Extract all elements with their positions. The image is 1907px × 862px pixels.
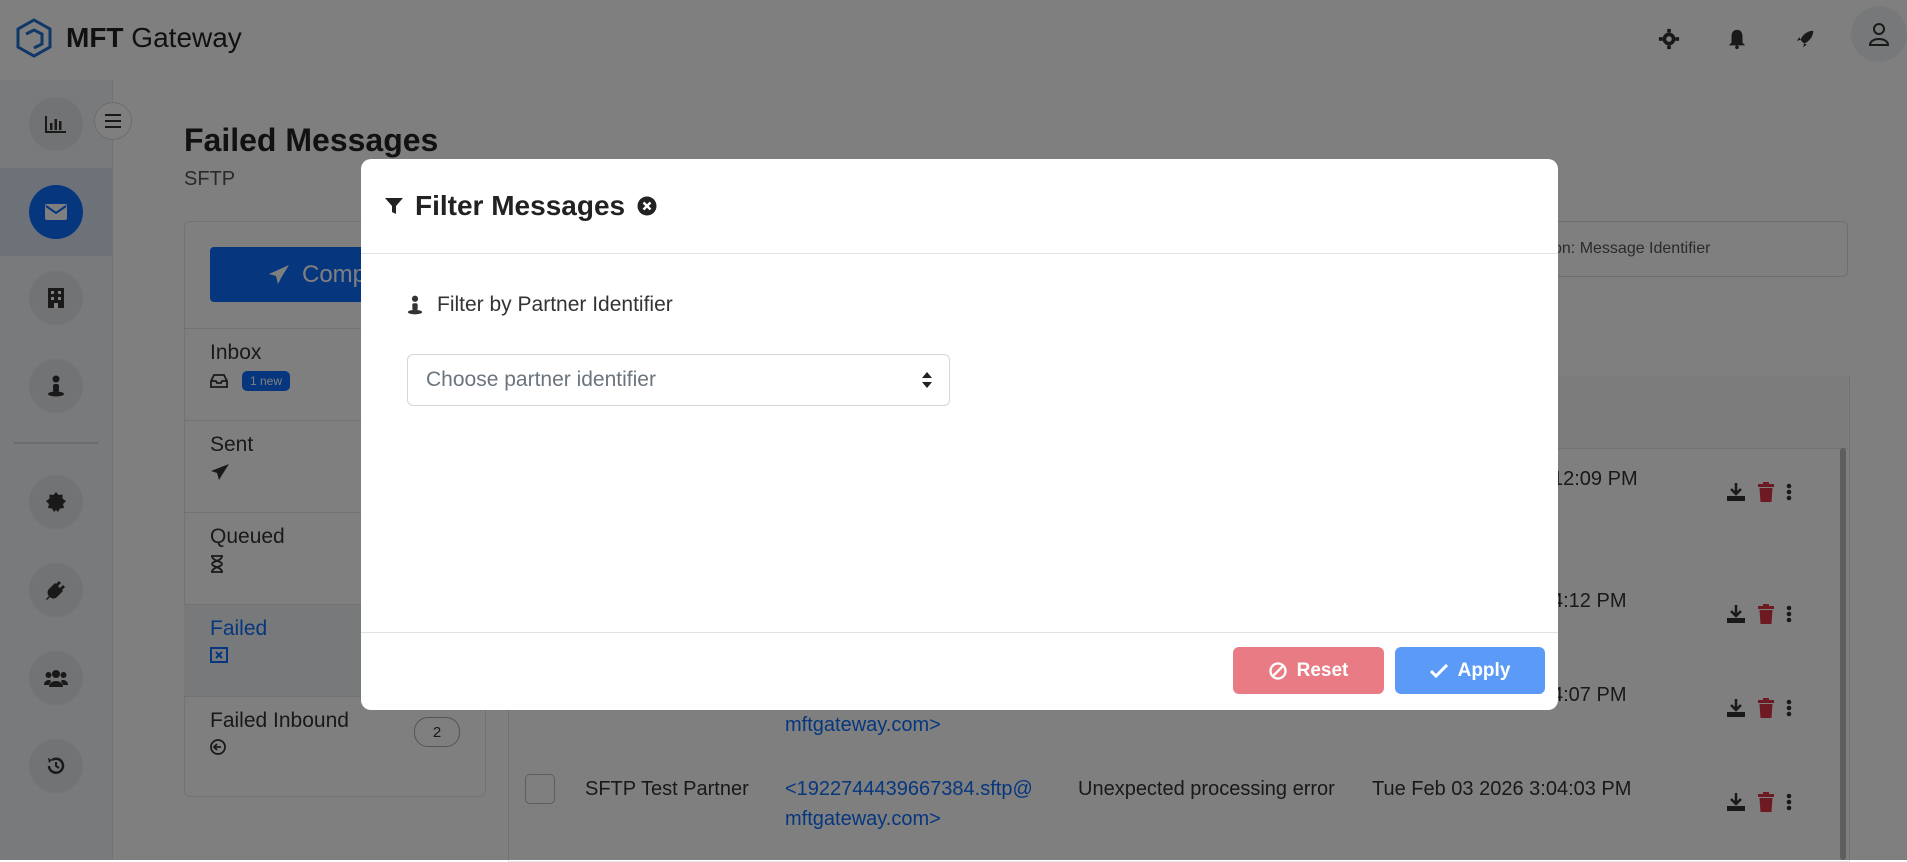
apply-label: Apply — [1457, 659, 1511, 681]
apply-button[interactable]: Apply — [1395, 647, 1545, 694]
partner-icon — [407, 295, 423, 315]
close-circle-icon[interactable] — [637, 196, 657, 216]
reset-button[interactable]: Reset — [1233, 647, 1384, 694]
modal-header: Filter Messages — [361, 159, 1558, 254]
filter-messages-modal: Filter Messages Filter by Partner Identi… — [361, 159, 1558, 710]
modal-title: Filter Messages — [415, 190, 626, 221]
sort-arrows-icon — [922, 372, 932, 388]
partner-filter-text: Filter by Partner Identifier — [437, 293, 673, 316]
filter-icon — [385, 198, 403, 214]
ban-icon — [1268, 661, 1287, 680]
select-placeholder: Choose partner identifier — [426, 368, 656, 391]
reset-label: Reset — [1296, 659, 1349, 681]
checkmark-icon — [1429, 663, 1448, 678]
partner-identifier-select[interactable]: Choose partner identifier — [407, 354, 950, 406]
partner-filter-label: Filter by Partner Identifier — [407, 293, 673, 317]
